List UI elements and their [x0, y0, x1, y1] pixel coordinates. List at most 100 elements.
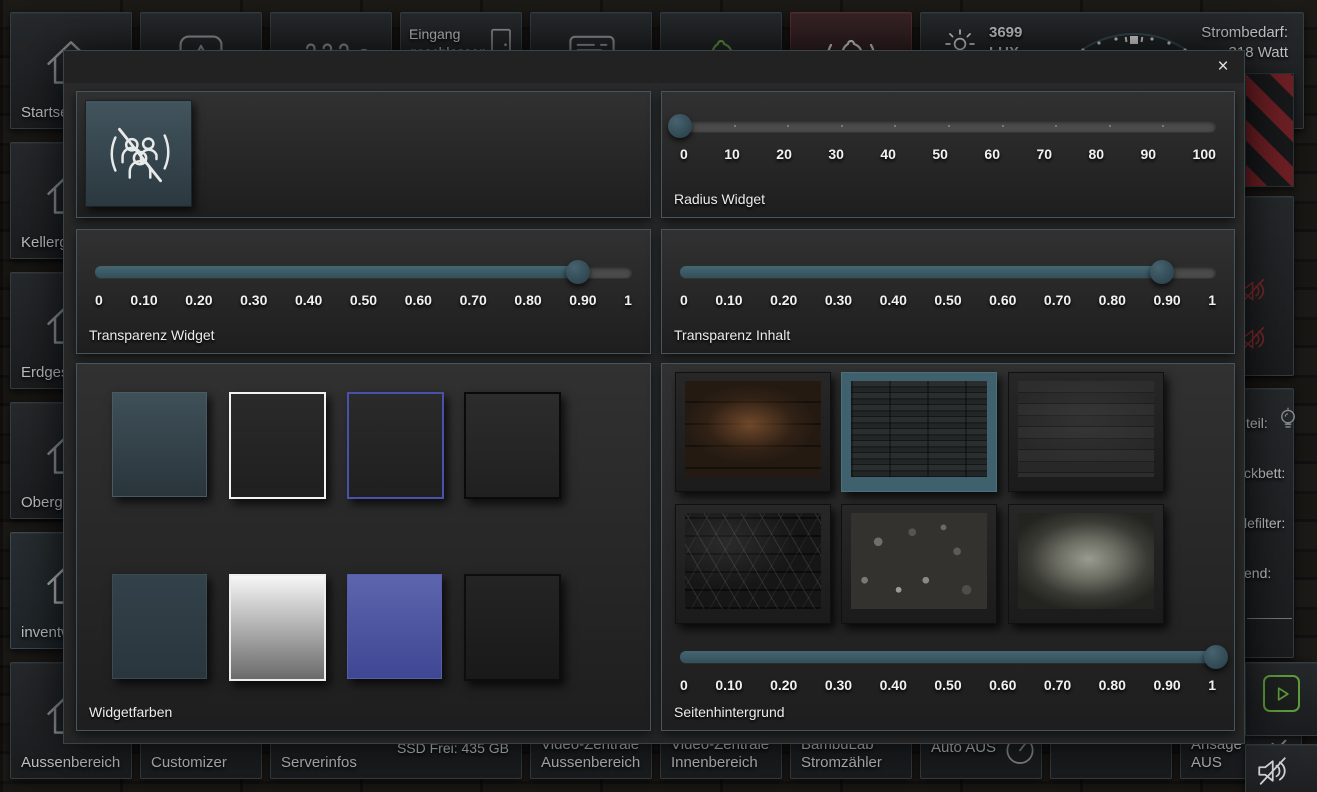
slider-tick-dot	[948, 125, 950, 127]
tick-label: 0.50	[350, 292, 377, 308]
slider-handle[interactable]	[566, 260, 590, 284]
tick-label: 0.90	[1153, 677, 1180, 693]
tick-label: 0	[680, 146, 688, 162]
tick-label: 0.10	[715, 292, 742, 308]
slider-tick-dot	[734, 125, 736, 127]
info-fragment: ckbett:	[1244, 465, 1285, 481]
widget-color-swatch-slate-solid[interactable]	[112, 574, 207, 679]
slider-tick-labels: 00.100.200.300.400.500.600.700.800.901	[95, 292, 632, 308]
widget-color-swatch-teal-gradient[interactable]	[112, 392, 207, 497]
right-mute-tile[interactable]	[1245, 744, 1317, 792]
info-fragment: teil:	[1246, 415, 1268, 431]
background-texture-wood-planks-warm[interactable]	[675, 372, 831, 492]
tick-label: 0.50	[934, 292, 961, 308]
play-button[interactable]	[1263, 675, 1300, 712]
slider-track[interactable]	[680, 120, 1216, 132]
tick-label: 0.40	[880, 677, 907, 693]
widget-color-swatch-dark-black-border[interactable]	[464, 392, 561, 499]
tick-label: 90	[1141, 146, 1157, 162]
tick-label: 0.60	[989, 677, 1016, 693]
slider-tick-dot	[1162, 125, 1164, 127]
lightbulb-icon	[1277, 407, 1299, 433]
tick-label: 20	[776, 146, 792, 162]
tick-label: 0.60	[405, 292, 432, 308]
tick-label: 0.80	[1099, 292, 1126, 308]
people-group-off-icon	[102, 117, 176, 191]
texture-preview	[851, 513, 987, 609]
texture-preview	[851, 381, 987, 477]
background-texture-concrete-grunge[interactable]	[1008, 504, 1164, 624]
speaker-muted-icon	[1254, 753, 1290, 789]
panel-radius-widget: 0102030405060708090100 Radius Widget	[661, 91, 1235, 218]
tick-label: 0.60	[989, 292, 1016, 308]
background-texture-wood-slats-dark-selected[interactable]	[841, 372, 997, 492]
tick-label: 0.80	[514, 292, 541, 308]
hazard-stripes-tile[interactable]	[1245, 73, 1294, 187]
slider-tick-labels: 0102030405060708090100	[680, 146, 1216, 162]
info-fragment: lefilter:	[1244, 515, 1285, 531]
texture-preview	[685, 513, 821, 609]
texture-preview	[685, 381, 821, 477]
tick-label: 0.20	[770, 292, 797, 308]
lux-value: 3699	[989, 24, 1022, 41]
slider-fill	[680, 651, 1216, 663]
tile-label: Customizer	[151, 754, 227, 771]
texture-preview	[1018, 381, 1154, 477]
widget-color-swatch-indigo-gradient[interactable]	[347, 574, 442, 679]
power-demand-label: Strombedarf:	[1201, 24, 1288, 41]
modal-header: ×	[64, 51, 1244, 83]
tick-label: 30	[828, 146, 844, 162]
tick-label: 70	[1036, 146, 1052, 162]
tick-label: 0	[95, 292, 103, 308]
tick-label: 0.90	[569, 292, 596, 308]
tick-label: 0.80	[1099, 677, 1126, 693]
play-icon	[1272, 684, 1292, 704]
tick-label: 0.30	[240, 292, 267, 308]
transparenz-inhalt-slider: 00.100.200.300.400.500.600.700.800.901	[680, 266, 1216, 308]
seitenhintergrund-slider: 00.100.200.300.400.500.600.700.800.901	[680, 651, 1216, 693]
tick-label: 0	[680, 292, 688, 308]
slider-tick-dot	[787, 125, 789, 127]
background-texture-gravel-stones[interactable]	[841, 504, 997, 624]
tick-label: 0.90	[1153, 292, 1180, 308]
widget-color-swatch-black-solid[interactable]	[464, 574, 561, 681]
tick-label: 80	[1088, 146, 1104, 162]
slider-tick-dot	[841, 125, 843, 127]
tick-label: 0.10	[130, 292, 157, 308]
tick-label: 0.30	[825, 677, 852, 693]
panel-label: Transparenz Widget	[89, 327, 215, 343]
widget-color-swatch-dark-indigo-border[interactable]	[347, 392, 444, 499]
tick-label: 1	[1208, 677, 1216, 693]
background-texture-wood-planks-gray[interactable]	[1008, 372, 1164, 492]
widget-color-swatch-dark-white-border[interactable]	[229, 392, 326, 499]
tick-label: 0.70	[460, 292, 487, 308]
background-texture-hexagon-tiles[interactable]	[675, 504, 831, 624]
tick-label: 50	[932, 146, 948, 162]
slider-tick-dot	[1055, 125, 1057, 127]
widget-color-swatch-white-gradient[interactable]	[229, 574, 326, 681]
slider-handle[interactable]	[1150, 260, 1174, 284]
slider-fill	[680, 266, 1162, 278]
smart-home-dashboard: Startseite Eingang geschlossen 3699 LUX …	[0, 0, 1317, 792]
panel-label: Radius Widget	[674, 191, 765, 207]
panel-widgetfarben: Widgetfarben	[76, 363, 651, 731]
presence-toggle-button[interactable]	[85, 100, 192, 207]
slider-handle[interactable]	[668, 114, 692, 138]
panel-transparenz-inhalt: 00.100.200.300.400.500.600.700.800.901 T…	[661, 229, 1235, 354]
tick-label: 1	[1208, 292, 1216, 308]
tile-label: Aussenbereich	[21, 754, 120, 771]
slider-tick-labels: 00.100.200.300.400.500.600.700.800.901	[680, 292, 1216, 308]
info-fragment: end:	[1244, 565, 1271, 581]
tick-label: 40	[880, 146, 896, 162]
tick-label: 0.50	[934, 677, 961, 693]
close-icon[interactable]: ×	[1210, 54, 1236, 80]
radius-slider: 0102030405060708090100	[680, 120, 1216, 162]
slider-tick-dot	[894, 125, 896, 127]
slider-tick-dot	[1002, 125, 1004, 127]
panel-presence	[76, 91, 651, 218]
slider-handle[interactable]	[1204, 645, 1228, 669]
tick-label: 0.40	[295, 292, 322, 308]
texture-preview	[1018, 513, 1154, 609]
panel-label: Transparenz Inhalt	[674, 327, 790, 343]
slider-tick-dot	[1109, 125, 1111, 127]
